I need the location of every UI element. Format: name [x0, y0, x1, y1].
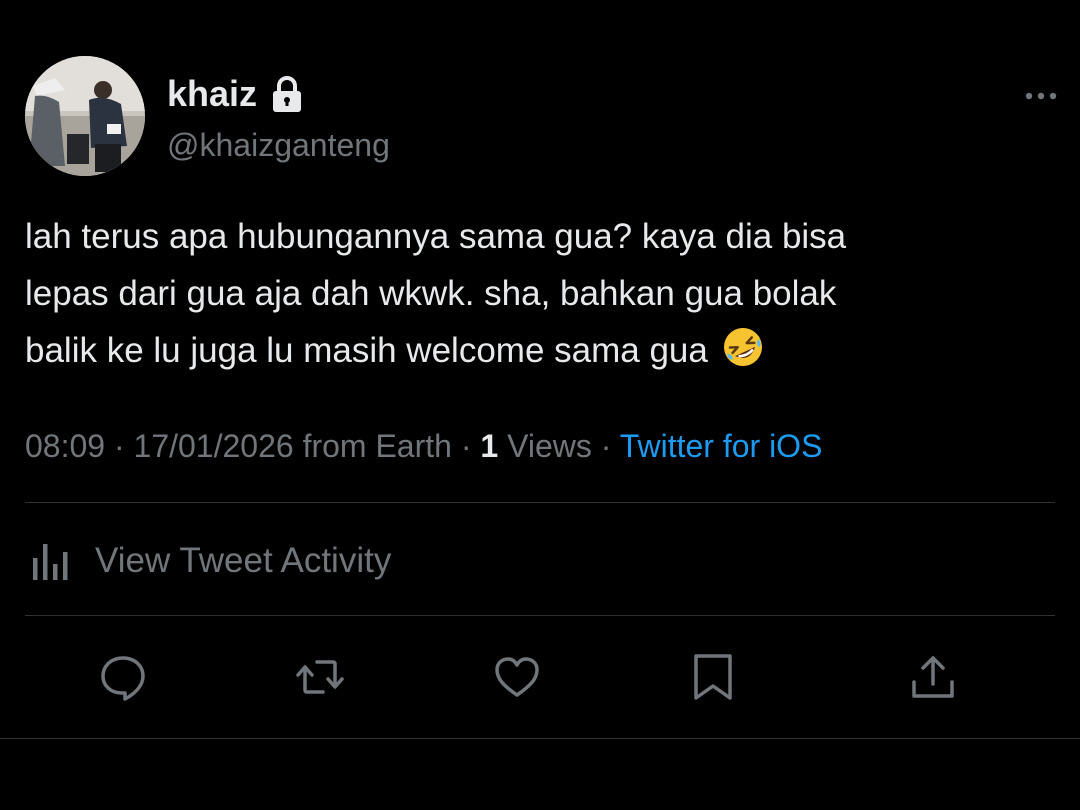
tweet-emoji-text: 🤣	[764, 322, 765, 323]
retweet-icon[interactable]	[295, 652, 345, 702]
views-count: 1	[480, 428, 499, 464]
avatar[interactable]	[25, 56, 145, 176]
user-handle[interactable]: @khaizganteng	[167, 124, 390, 166]
display-name-text: khaiz	[167, 73, 258, 114]
avatar-image	[25, 56, 145, 176]
tweet-text: lah terus apa hubungannya sama gua? kaya…	[25, 208, 1055, 379]
tweet-meta: 08:09 · 17/01/2026 from Earth · 1 Views …	[25, 424, 822, 468]
more-horizontal-icon[interactable]	[1021, 88, 1061, 104]
reply-icon[interactable]	[98, 652, 148, 702]
views-label: Views	[498, 428, 592, 464]
share-icon[interactable]	[908, 652, 958, 702]
divider	[0, 738, 1080, 739]
analytics-icon	[33, 544, 68, 580]
rolling-on-floor-laughing-emoji	[722, 326, 764, 368]
heart-icon[interactable]	[492, 652, 542, 702]
lock-icon	[273, 76, 302, 112]
tweet-time[interactable]: 08:09	[25, 428, 105, 464]
tweet-text-line: balik ke lu juga lu masih welcome sama g…	[25, 322, 1055, 379]
view-tweet-activity-label: View Tweet Activity	[95, 541, 392, 580]
tweet-text-line: lah terus apa hubungannya sama gua? kaya…	[25, 217, 847, 256]
tweet-date[interactable]: 17/01/2026	[134, 428, 294, 464]
view-tweet-activity-button[interactable]: View Tweet Activity	[25, 536, 391, 586]
bookmark-icon[interactable]	[688, 652, 738, 702]
tweet-text-line: lepas dari gua aja dah wkwk. sha, bahkan…	[25, 274, 837, 313]
tweet-location: from Earth	[293, 428, 452, 464]
tweet-text-line-content: balik ke lu juga lu masih welcome sama g…	[25, 331, 708, 370]
tweet-source-link[interactable]: Twitter for iOS	[620, 428, 823, 464]
divider	[25, 615, 1055, 616]
meta-separator: ·	[591, 428, 620, 464]
display-name[interactable]: khaiz	[167, 72, 303, 116]
divider	[25, 502, 1055, 503]
meta-separator: ·	[451, 428, 481, 464]
meta-separator: ·	[105, 428, 134, 464]
